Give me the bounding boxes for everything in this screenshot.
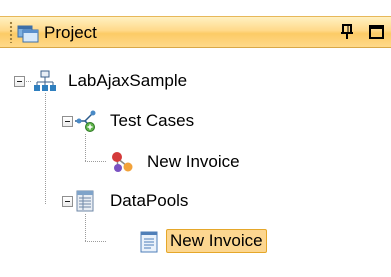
tree-item-datapool-new-invoice[interactable]: New Invoice <box>166 229 267 253</box>
tree-item-datapools[interactable]: DataPools <box>110 190 188 212</box>
tree-connector <box>85 161 107 162</box>
collapse-toggle-root[interactable] <box>14 76 25 87</box>
panel-titlebar[interactable]: Project <box>0 16 391 48</box>
pin-icon[interactable] <box>340 24 354 40</box>
project-tree: LabAjaxSample Test Cases New Invoice Dat… <box>0 48 391 277</box>
tree-item-test-cases[interactable]: Test Cases <box>110 110 194 132</box>
panel-title: Project <box>44 23 97 42</box>
document-icon <box>140 231 158 253</box>
tree-item-test-case-new-invoice[interactable]: New Invoice <box>147 151 240 173</box>
tree-item-labajaxsample[interactable]: LabAjaxSample <box>68 70 187 92</box>
maximize-icon[interactable] <box>369 25 384 39</box>
network-project-icon <box>34 70 56 91</box>
test-cases-icon <box>75 110 96 132</box>
tree-connector <box>45 93 46 205</box>
drag-grip-icon[interactable] <box>9 21 13 43</box>
tree-connector <box>85 214 86 241</box>
project-icon <box>17 25 39 43</box>
collapse-toggle-datapools[interactable] <box>62 196 73 207</box>
tree-connector <box>24 81 32 82</box>
datapools-icon <box>76 190 94 212</box>
tree-connector <box>85 134 86 161</box>
tree-connector <box>85 241 107 242</box>
project-panel: Project LabAjaxSample Test Cases New Inv… <box>0 0 391 277</box>
test-case-icon <box>112 152 133 172</box>
collapse-toggle-test-cases[interactable] <box>62 116 73 127</box>
